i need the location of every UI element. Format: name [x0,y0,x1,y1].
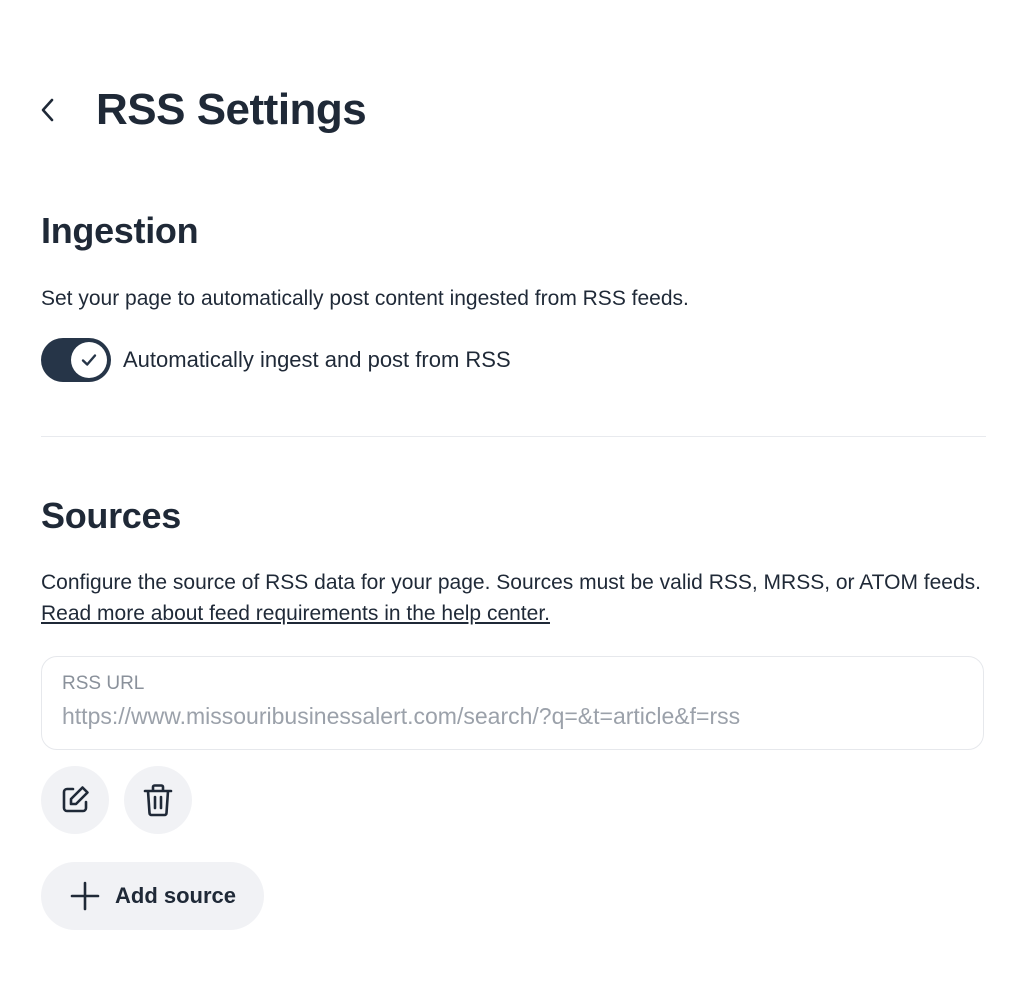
sources-description-text: Configure the source of RSS data for you… [41,571,981,594]
trash-icon [143,784,173,817]
edit-icon [62,786,89,813]
sources-description: Configure the source of RSS data for you… [41,567,981,629]
rss-settings-page: RSS Settings Ingestion Set your page to … [0,0,1024,998]
add-source-button[interactable]: Add source [41,862,265,930]
sources-section-title: Sources [41,495,181,536]
rss-url-label: RSS URL [62,673,145,694]
help-center-link[interactable]: Read more about feed requirements in the… [41,602,550,625]
auto-ingest-toggle-label: Automatically ingest and post from RSS [123,347,511,372]
delete-source-button[interactable] [124,766,192,834]
section-divider [41,436,986,437]
page-header: RSS Settings [36,84,367,136]
auto-ingest-toggle[interactable] [41,338,111,382]
edit-source-button[interactable] [41,766,109,834]
back-button[interactable] [36,90,60,130]
plus-icon [70,881,100,911]
add-source-label: Add source [115,883,237,908]
check-icon [81,354,97,366]
chevron-left-icon [41,98,54,122]
page-title: RSS Settings [96,85,367,134]
ingestion-description: Set your page to automatically post cont… [41,287,689,310]
auto-ingest-toggle-row: Automatically ingest and post from RSS [41,338,511,382]
toggle-knob [71,342,107,378]
rss-url-value: https://www.missouribusinessalert.com/se… [62,703,741,729]
ingestion-section-title: Ingestion [41,210,199,251]
rss-url-field[interactable]: RSS URL https://www.missouribusinessaler… [41,656,984,750]
